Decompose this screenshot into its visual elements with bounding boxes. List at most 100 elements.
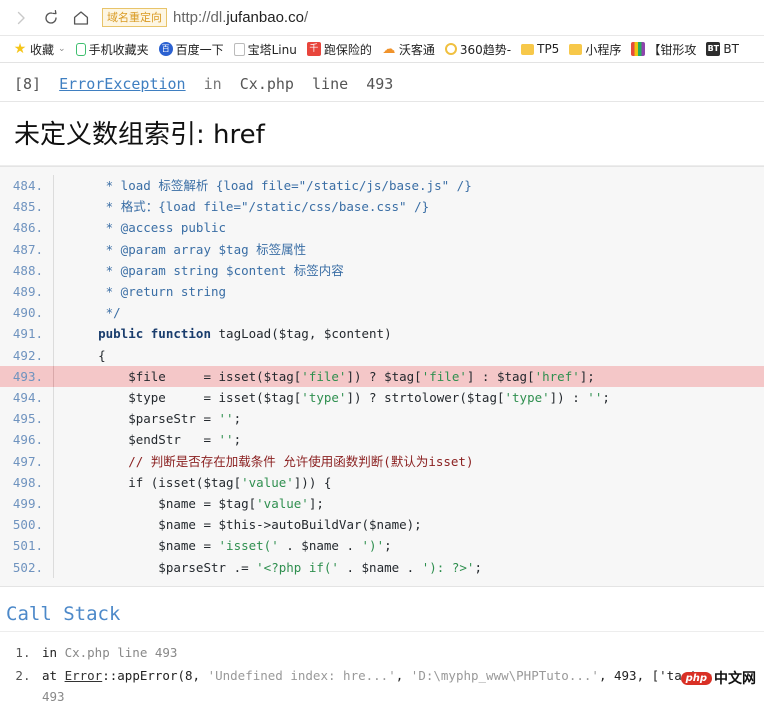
code-line-source: * 格式：{load file="/static/css/base.css" /…: [54, 196, 430, 217]
bookmark-item[interactable]: 宝塔Linu: [229, 38, 302, 60]
code-line-number: 494.: [0, 387, 54, 409]
code-line: 487. * @param array $tag 标签属性: [0, 238, 764, 260]
bookmark-item[interactable]: 千跑保险的: [302, 38, 377, 60]
code-token: ;: [233, 432, 242, 448]
code-line: 491. public function tagLoad($tag, $cont…: [0, 323, 764, 345]
code-line-source: $file = isset($tag['file']) ? $tag['file…: [54, 366, 595, 387]
code-token: 'file': [301, 368, 347, 384]
code-token: public function: [68, 326, 219, 342]
code-token: ;: [233, 411, 242, 427]
code-line-number: 485.: [0, 196, 54, 218]
forward-chevron-icon[interactable]: [6, 3, 36, 33]
call-stack-token: at: [42, 667, 65, 683]
home-icon[interactable]: [66, 3, 96, 33]
call-stack-heading: Call Stack: [0, 587, 764, 632]
circle-icon: [444, 43, 457, 55]
bt-icon: BT: [706, 42, 721, 56]
bookmark-item[interactable]: 小程序: [564, 38, 626, 60]
cloud-icon: ☁: [382, 42, 396, 56]
call-stack-list: in Cx.php line 493at Error::appError(8, …: [0, 632, 764, 704]
error-title: 未定义数组索引: href: [0, 102, 764, 166]
code-line-number: 493.: [0, 365, 54, 388]
code-token: 'href': [534, 368, 580, 384]
call-stack-token: ,: [395, 667, 411, 683]
bookmark-label: BT: [723, 42, 739, 56]
exception-name-link[interactable]: ErrorException: [59, 75, 185, 93]
code-line: 492. {: [0, 344, 764, 366]
code-line-highlighted: 493. $file = isset($tag['file']) ? $tag[…: [0, 365, 764, 388]
code-token: 格式: [120, 199, 146, 215]
call-stack-item: at Error::appError(8, 'Undefined index: …: [38, 665, 758, 704]
baidu-icon: 百: [158, 42, 173, 56]
exception-in-word: in: [203, 75, 222, 93]
code-token: '': [218, 411, 234, 427]
code-line-source: * @param array $tag 标签属性: [54, 239, 307, 260]
code-token: $file = isset($tag[: [68, 368, 302, 384]
phone-icon: [75, 42, 86, 56]
call-stack-link[interactable]: Error: [65, 668, 103, 683]
call-stack-item: in Cx.php line 493: [38, 642, 758, 663]
code-token: // 判断是否存在加载条件 允许使用函数判断(默认为isset): [68, 453, 474, 469]
code-line: 488. * @param string $content 标签内容: [0, 259, 764, 282]
call-stack-token: 'Undefined index: hre...': [207, 667, 396, 683]
page-body: [8] ErrorException in Cx.php line 493 未定…: [0, 63, 764, 704]
code-token: '<?php if(': [256, 559, 339, 575]
code-line-source: $type = isset($tag['type']) ? strtolower…: [54, 387, 610, 408]
code-token: ];: [579, 368, 595, 384]
code-line: 485. * 格式：{load file="/static/css/base.c…: [0, 196, 764, 218]
bookmark-label: 【钳形攻: [648, 42, 697, 57]
exception-file: Cx.php: [239, 75, 294, 93]
code-token: 标签内容: [293, 262, 344, 278]
code-line: 484. * load 标签解析 {load file="/static/js/…: [0, 175, 764, 197]
code-token: *: [68, 199, 121, 215]
code-line-source: if (isset($tag['value'])) {: [54, 472, 331, 493]
bookmark-item[interactable]: 【钳形攻: [626, 38, 701, 60]
code-line: 490. */: [0, 302, 764, 324]
code-line-number: 496.: [0, 429, 54, 451]
code-line-source: * @param string $content 标签内容: [54, 260, 344, 281]
bookmark-item[interactable]: TP5: [516, 38, 564, 60]
document-icon: [233, 42, 245, 56]
code-token: . $name .: [278, 538, 362, 554]
code-token: '': [587, 390, 603, 406]
code-line-number: 488.: [0, 259, 54, 282]
code-line-source: $parseStr = '';: [54, 408, 241, 429]
call-stack-token: , 493, ['tag' =: [598, 667, 712, 683]
code-line-number: 490.: [0, 302, 54, 324]
code-line: 495. $parseStr = '';: [0, 408, 764, 430]
code-line-number: 491.: [0, 323, 54, 345]
folder-icon: [569, 43, 583, 55]
code-token: if (isset($tag[: [68, 474, 242, 490]
code-token: 'value': [256, 496, 309, 512]
bookmark-item[interactable]: 手机收藏夹: [71, 38, 154, 60]
bookmark-item[interactable]: BT BT: [701, 38, 744, 60]
code-line-number: 495.: [0, 408, 54, 430]
code-line-number: 502.: [0, 556, 54, 578]
code-token: * load: [68, 178, 159, 193]
rainbow-icon: [631, 42, 646, 56]
code-token: * @access public: [68, 220, 227, 236]
code-token: ;: [474, 559, 482, 575]
bookmarks-bar: ★ 收藏 ⌄ 手机收藏夹百百度一下 宝塔Linu 千跑保险的 ☁ 沃客通 360趋势- TP5 小程…: [0, 36, 764, 63]
code-token: '': [218, 432, 234, 448]
code-token: ;: [602, 390, 610, 406]
code-token: ])) {: [293, 474, 332, 490]
insurance-icon: 千: [306, 42, 321, 56]
address-bar-url[interactable]: http://dl.jufanbao.co/: [173, 9, 308, 26]
bookmark-item[interactable]: 百百度一下: [154, 38, 229, 60]
url-host: jufanbao.co: [226, 9, 304, 26]
code-token: 'isset(': [218, 538, 279, 554]
bookmark-item[interactable]: ★ 收藏 ⌄: [8, 38, 71, 60]
chevron-down-icon[interactable]: ⌄: [58, 44, 66, 54]
code-line-number: 484.: [0, 175, 54, 197]
code-token: 'type': [301, 390, 347, 406]
code-token: $type = isset($tag[: [68, 390, 302, 406]
code-token: {: [68, 347, 106, 363]
code-line-source: $name = 'isset(' . $name . ')';: [54, 535, 391, 556]
reload-icon[interactable]: [36, 3, 66, 33]
code-line: 497. // 判断是否存在加载条件 允许使用函数判断(默认为isset): [0, 450, 764, 472]
code-line-number: 501.: [0, 535, 54, 557]
code-token: ];: [308, 496, 324, 512]
bookmark-item[interactable]: ☁ 沃客通: [377, 38, 440, 60]
bookmark-item[interactable]: 360趋势-: [440, 38, 516, 60]
